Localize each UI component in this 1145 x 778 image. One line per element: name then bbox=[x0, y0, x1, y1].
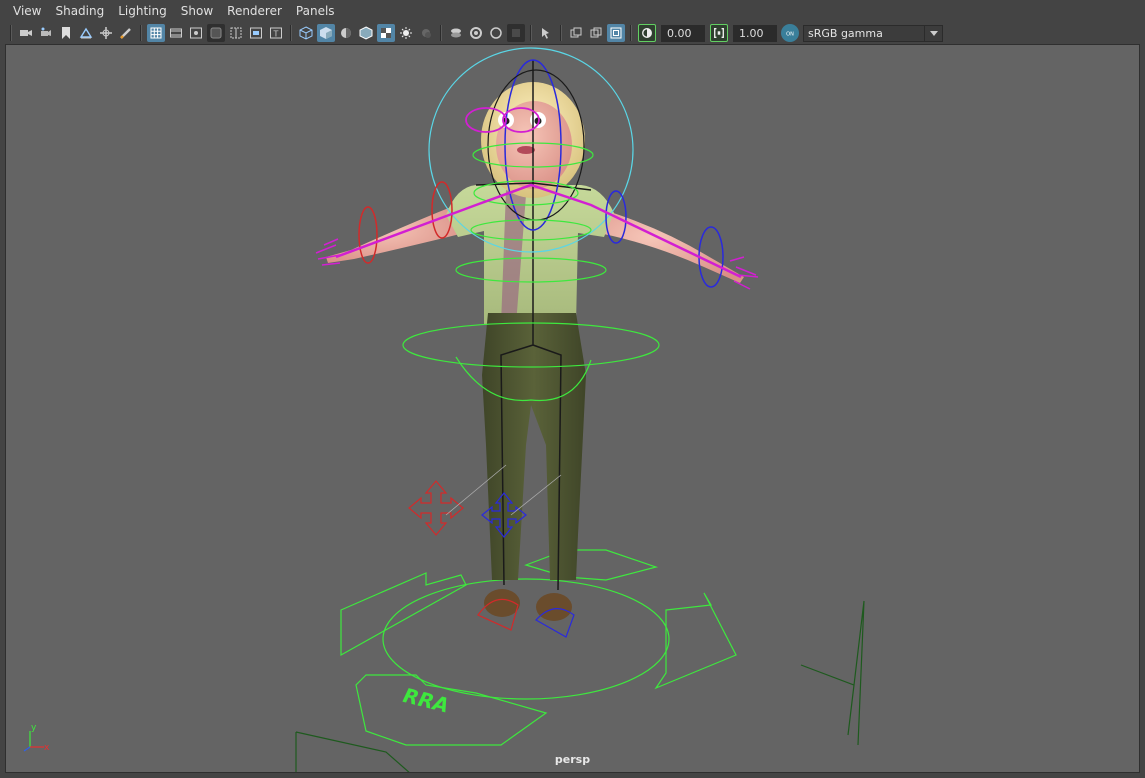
menu-lighting[interactable]: Lighting bbox=[113, 0, 172, 22]
image-plane-icon[interactable] bbox=[77, 24, 95, 42]
safe-action-icon[interactable] bbox=[247, 24, 265, 42]
hud-icon[interactable] bbox=[607, 24, 625, 42]
xray-joints-icon[interactable] bbox=[487, 24, 505, 42]
wireframe-icon[interactable] bbox=[297, 24, 315, 42]
scene-canvas[interactable]: RRA y x bbox=[6, 45, 1140, 773]
character-mesh[interactable] bbox=[326, 82, 744, 621]
two-pane-icon[interactable] bbox=[567, 24, 585, 42]
camera-select-icon[interactable] bbox=[537, 24, 555, 42]
exposure-icon[interactable] bbox=[638, 24, 656, 42]
bookmark-icon[interactable] bbox=[57, 24, 75, 42]
isolate-select-icon[interactable] bbox=[447, 24, 465, 42]
camera-attributes-icon[interactable] bbox=[37, 24, 55, 42]
toolbar-divider bbox=[440, 25, 442, 41]
exposure-field[interactable]: 0.00 bbox=[661, 24, 705, 42]
gamma-field[interactable]: 1.00 bbox=[733, 24, 777, 42]
smooth-shade-icon[interactable] bbox=[317, 24, 335, 42]
color-management-icon[interactable]: ON bbox=[781, 24, 799, 42]
wireframe-on-shaded-icon[interactable] bbox=[357, 24, 375, 42]
chevron-down-icon[interactable] bbox=[924, 25, 942, 41]
color-space-label: sRGB gamma bbox=[808, 26, 883, 40]
gamma-icon[interactable] bbox=[710, 24, 728, 42]
gate-mask-icon[interactable] bbox=[207, 24, 225, 42]
toolbar-divider bbox=[290, 25, 292, 41]
film-gate-icon[interactable] bbox=[167, 24, 185, 42]
menu-shading[interactable]: Shading bbox=[50, 0, 109, 22]
xray-icon[interactable] bbox=[467, 24, 485, 42]
grid-icon[interactable] bbox=[147, 24, 165, 42]
grease-pencil-icon[interactable] bbox=[117, 24, 135, 42]
axis-indicator: y x bbox=[23, 723, 50, 753]
camera-icon[interactable] bbox=[17, 24, 35, 42]
field-chart-icon[interactable] bbox=[227, 24, 245, 42]
resolution-gate-icon[interactable] bbox=[187, 24, 205, 42]
ground-controller[interactable] bbox=[340, 549, 737, 746]
menu-panels[interactable]: Panels bbox=[291, 0, 340, 22]
viewport-menu-bar: View Shading Lighting Show Renderer Pane… bbox=[0, 0, 1145, 22]
axis-x-label: x bbox=[44, 743, 50, 753]
toolbar-divider bbox=[530, 25, 532, 41]
toolbar-divider bbox=[560, 25, 562, 41]
toolbar-divider bbox=[10, 25, 12, 41]
menu-show[interactable]: Show bbox=[176, 0, 218, 22]
color-space-dropdown[interactable]: sRGB gamma bbox=[803, 24, 943, 42]
light-helper[interactable] bbox=[295, 600, 865, 773]
camera-name-label: persp bbox=[554, 753, 591, 766]
lights-icon[interactable] bbox=[397, 24, 415, 42]
textured-icon[interactable] bbox=[377, 24, 395, 42]
xray-components-icon[interactable] bbox=[507, 24, 525, 42]
svg-text:ON: ON bbox=[786, 32, 794, 38]
four-pane-icon[interactable] bbox=[587, 24, 605, 42]
viewport-toolbar: T 0.00 1.00 ON sRGB gamma bbox=[0, 22, 1145, 44]
pan-zoom-icon[interactable] bbox=[97, 24, 115, 42]
axis-y-label: y bbox=[31, 723, 37, 733]
perspective-viewport[interactable]: RRA y x persp bbox=[5, 44, 1140, 773]
menu-view[interactable]: View bbox=[8, 0, 46, 22]
svg-text:T: T bbox=[273, 30, 279, 39]
toolbar-divider bbox=[140, 25, 142, 41]
safe-title-icon[interactable]: T bbox=[267, 24, 285, 42]
bounding-box-icon[interactable] bbox=[337, 24, 355, 42]
toolbar-divider bbox=[630, 25, 632, 41]
shadows-icon[interactable] bbox=[417, 24, 435, 42]
menu-renderer[interactable]: Renderer bbox=[222, 0, 287, 22]
